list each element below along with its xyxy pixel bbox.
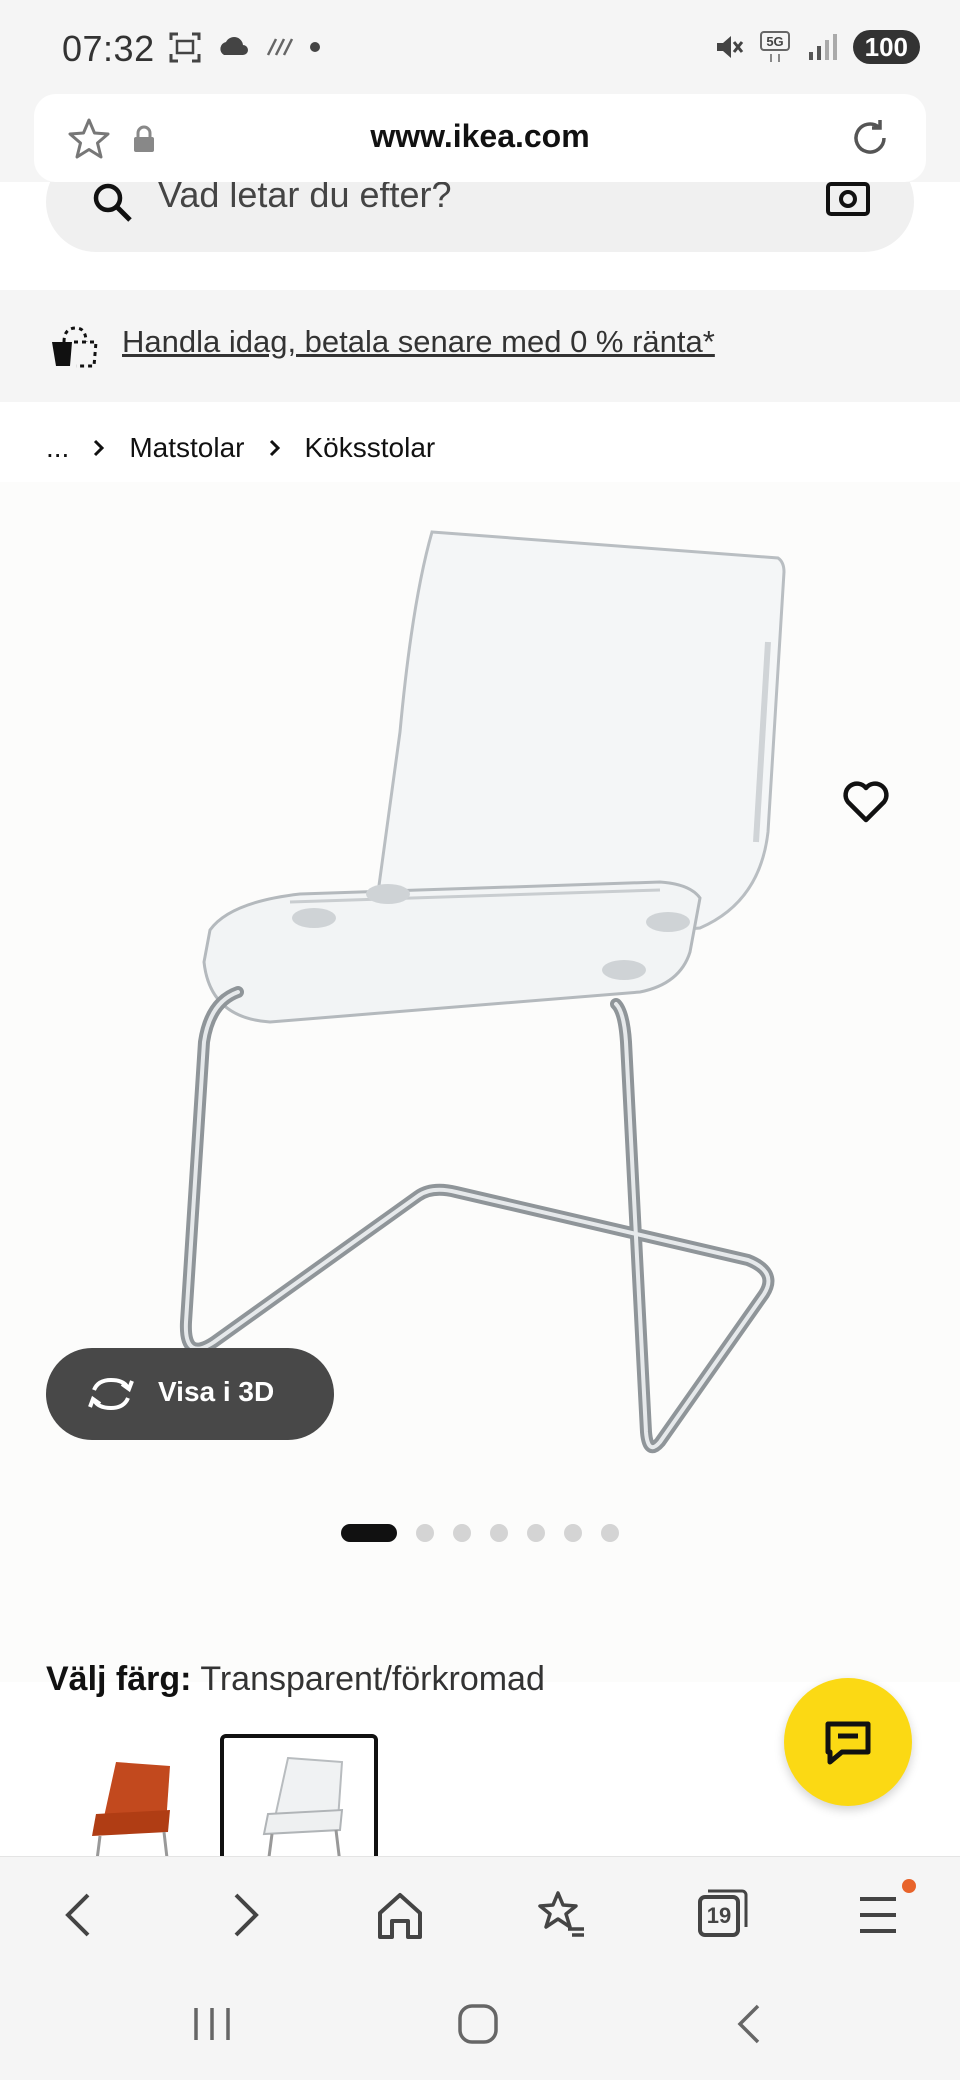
menu-icon	[860, 1897, 896, 1933]
signal-icon	[808, 34, 837, 60]
signal-lines-icon	[266, 38, 294, 56]
back-icon	[65, 1893, 90, 1937]
url-bar[interactable]: www.ikea.com	[34, 94, 926, 182]
color-swatch-transparent[interactable]	[220, 1734, 378, 1856]
carousel-dot[interactable]	[490, 1524, 508, 1542]
search-placeholder: Vad letar du efter?	[158, 182, 452, 215]
5g-icon: 5G	[759, 31, 790, 62]
status-icons-right: 5G 100	[713, 30, 920, 64]
reload-icon[interactable]	[846, 114, 894, 162]
search-icon	[93, 183, 132, 222]
camera-icon[interactable]	[824, 182, 872, 220]
home-icon	[378, 1893, 422, 1939]
bookmarks-icon	[538, 1891, 584, 1937]
basket-icon	[52, 326, 98, 368]
promo-link[interactable]: Handla idag, betala senare med 0 % ränta…	[122, 324, 715, 360]
rotate-3d-icon	[88, 1377, 134, 1411]
url-text[interactable]: www.ikea.com	[34, 118, 926, 155]
breadcrumb-ellipsis[interactable]: ...	[46, 432, 69, 464]
back-button[interactable]	[50, 1887, 110, 1943]
forward-button[interactable]	[214, 1887, 274, 1943]
chevron-right-icon	[269, 439, 280, 457]
chat-button[interactable]	[784, 1678, 912, 1806]
color-swatch-orange[interactable]	[46, 1734, 204, 1856]
status-bar: 07:32 5G 100	[0, 0, 960, 92]
product-image[interactable]	[0, 482, 960, 1682]
back-nav-icon[interactable]	[728, 2002, 772, 2046]
chair-illustration	[179, 530, 786, 1453]
search-input[interactable]: Vad letar du efter?	[46, 182, 914, 252]
status-time: 07:32	[62, 28, 155, 69]
status-icons-left	[168, 30, 322, 64]
carousel-dot[interactable]	[601, 1524, 619, 1542]
view-3d-label: Visa i 3D	[158, 1376, 275, 1407]
menu-button[interactable]	[850, 1879, 916, 1943]
chevron-right-icon	[94, 439, 105, 457]
dot-icon	[310, 42, 320, 52]
tab-count: 19	[706, 1903, 732, 1928]
svg-text:5G: 5G	[766, 34, 783, 49]
browser-toolbar: 19	[0, 1856, 960, 1969]
bookmarks-button[interactable]	[530, 1887, 590, 1943]
carousel-dot-active[interactable]	[341, 1524, 397, 1542]
breadcrumb: ... Matstolar Köksstolar	[46, 432, 435, 464]
home-button[interactable]	[370, 1887, 430, 1943]
tabs-button[interactable]: 19	[694, 1887, 754, 1943]
color-value: Transparent/förkromad	[200, 1660, 545, 1698]
home-nav-icon[interactable]	[456, 2002, 500, 2046]
screenshot-icon	[169, 32, 201, 63]
image-carousel-dots[interactable]	[0, 1524, 960, 1542]
page-content: Vad letar du efter? Handla idag, betala …	[0, 182, 960, 1856]
chat-icon	[825, 1721, 871, 1765]
promo-banner[interactable]: Handla idag, betala senare med 0 % ränta…	[0, 290, 960, 402]
carousel-dot[interactable]	[453, 1524, 471, 1542]
system-nav-bar	[0, 1968, 960, 2080]
breadcrumb-item-koksstolar[interactable]: Köksstolar	[305, 432, 436, 464]
mute-icon	[716, 36, 743, 58]
forward-icon	[234, 1893, 259, 1937]
color-label: Välj färg:	[46, 1660, 192, 1698]
breadcrumb-item-matstolar[interactable]: Matstolar	[129, 432, 244, 464]
cloud-icon	[220, 37, 248, 55]
heart-icon[interactable]	[840, 778, 892, 826]
battery-icon: 100	[852, 30, 920, 64]
carousel-dot[interactable]	[416, 1524, 434, 1542]
color-selector-label: Välj färg: Transparent/förkromad	[46, 1660, 545, 1699]
view-3d-button[interactable]: Visa i 3D	[46, 1348, 334, 1440]
carousel-dot[interactable]	[564, 1524, 582, 1542]
carousel-dot[interactable]	[527, 1524, 545, 1542]
recent-apps-icon[interactable]	[190, 2004, 234, 2044]
notification-dot	[902, 1879, 916, 1893]
